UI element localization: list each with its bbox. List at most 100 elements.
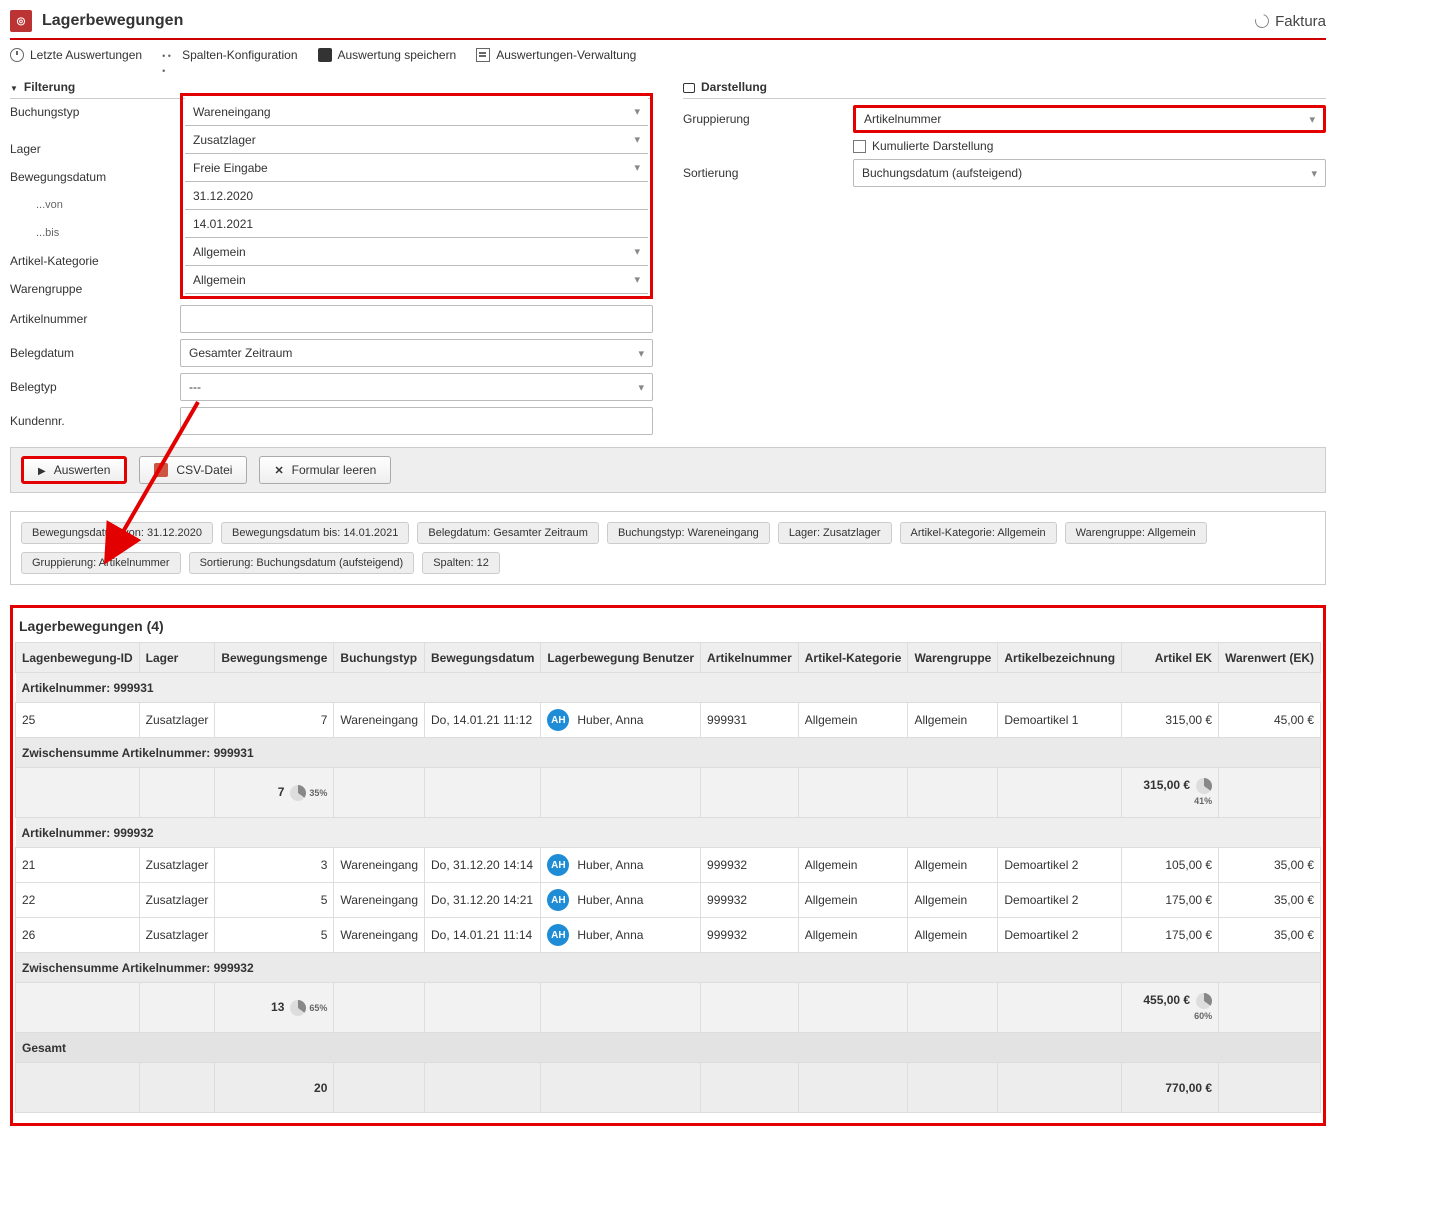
filter-tag[interactable]: Lager: Zusatzlager [778, 522, 892, 544]
column-header[interactable]: Bewegungsmenge [215, 643, 334, 673]
filter-tag[interactable]: Buchungstyp: Wareneingang [607, 522, 770, 544]
filter-tag[interactable]: Warengruppe: Allgemein [1065, 522, 1207, 544]
results-panel: Lagerbewegungen (4) Lagenbewegung-IDLage… [10, 605, 1326, 1126]
pie-icon [290, 785, 306, 801]
select-warehouse[interactable]: Zusatzlager [185, 126, 648, 154]
select-product-group-value: Allgemein [193, 273, 246, 287]
select-sorting[interactable]: Buchungsdatum (aufsteigend) [853, 159, 1326, 187]
active-filter-tags: Bewegungsdatum von: 31.12.2020 Bewegungsd… [10, 511, 1326, 585]
table-cell [16, 983, 140, 1033]
column-header[interactable]: Artikel EK [1122, 643, 1219, 673]
table-row[interactable]: 22Zusatzlager5WareneingangDo, 31.12.20 1… [16, 883, 1321, 918]
column-header[interactable]: Artikelbezeichnung [998, 643, 1122, 673]
select-booking-type[interactable]: Wareneingang [185, 98, 648, 126]
user-name: Huber, Anna [577, 893, 643, 907]
table-cell [798, 768, 908, 818]
toolbar-recent[interactable]: Letzte Auswertungen [10, 48, 142, 62]
faktura-link[interactable]: Faktura [1255, 13, 1326, 30]
toolbar-save-label: Auswertung speichern [338, 48, 457, 62]
table-cell: Zusatzlager [139, 848, 215, 883]
toolbar-columns[interactable]: Spalten-Konfiguration [162, 48, 297, 62]
table-cell [798, 983, 908, 1033]
column-header[interactable]: Bewegungsdatum [425, 643, 541, 673]
evaluate-button[interactable]: Auswerten [21, 456, 127, 484]
highlighted-filter-block: Wareneingang Zusatzlager Freie Eingabe 3… [180, 93, 653, 299]
table-row[interactable]: 21Zusatzlager3WareneingangDo, 31.12.20 1… [16, 848, 1321, 883]
table-cell: Demoartikel 2 [998, 918, 1122, 953]
table-cell [998, 768, 1122, 818]
label-warehouse: Lager [10, 135, 180, 163]
table-cell: Allgemein [798, 703, 908, 738]
column-header[interactable]: Artikel-Kategorie [798, 643, 908, 673]
table-cell [1219, 1063, 1321, 1113]
filter-tag[interactable]: Belegdatum: Gesamter Zeitraum [417, 522, 599, 544]
csv-button[interactable]: CSV-Datei [139, 456, 247, 484]
table-row[interactable]: 26Zusatzlager5WareneingangDo, 14.01.21 1… [16, 918, 1321, 953]
toolbar-save[interactable]: Auswertung speichern [318, 48, 457, 62]
checkbox-cumulative-label: Kumulierte Darstellung [872, 139, 993, 153]
table-cell: 26 [16, 918, 140, 953]
filter-tag[interactable]: Bewegungsdatum von: 31.12.2020 [21, 522, 213, 544]
table-cell [701, 1063, 799, 1113]
select-doc-type[interactable]: --- [180, 373, 653, 401]
input-date-to[interactable]: 14.01.2021 [185, 210, 648, 238]
column-header[interactable]: Artikelnummer [701, 643, 799, 673]
input-article-no[interactable] [180, 305, 653, 333]
refresh-icon [1253, 11, 1272, 30]
pie-icon [1196, 778, 1212, 794]
subtotal-row: 735%315,00 €41% [16, 768, 1321, 818]
table-cell: Zusatzlager [139, 883, 215, 918]
results-title: Lagerbewegungen (4) [15, 612, 1321, 642]
table-cell: Allgemein [908, 703, 998, 738]
select-category[interactable]: Allgemein [185, 238, 648, 266]
column-header[interactable]: Warenwert (EK) [1219, 643, 1321, 673]
clear-button[interactable]: Formular leeren [259, 456, 391, 484]
user-name: Huber, Anna [577, 858, 643, 872]
table-cell [16, 1063, 140, 1113]
filter-tag[interactable]: Artikel-Kategorie: Allgemein [900, 522, 1057, 544]
select-doc-type-value: --- [189, 380, 201, 394]
input-date-from[interactable]: 31.12.2020 [185, 182, 648, 210]
select-move-date[interactable]: Freie Eingabe [185, 154, 648, 182]
toolbar-manage-label: Auswertungen-Verwaltung [496, 48, 636, 62]
label-sorting: Sortierung [683, 166, 853, 180]
table-cell: 770,00 € [1122, 1063, 1219, 1113]
select-product-group[interactable]: Allgemein [185, 266, 648, 294]
table-cell: Demoartikel 2 [998, 883, 1122, 918]
toolbar-manage[interactable]: Auswertungen-Verwaltung [476, 48, 636, 62]
select-doc-date[interactable]: Gesamter Zeitraum [180, 339, 653, 367]
table-cell: Zusatzlager [139, 918, 215, 953]
table-cell: 455,00 €60% [1122, 983, 1219, 1033]
table-cell: 21 [16, 848, 140, 883]
avatar: AH [547, 924, 569, 946]
table-cell: 20 [215, 1063, 334, 1113]
table-cell: 999932 [701, 883, 799, 918]
table-cell: 105,00 € [1122, 848, 1219, 883]
subtotal-label-cell: Zwischensumme Artikelnummer: 999932 [16, 953, 1321, 983]
column-header[interactable]: Lagenbewegung-ID [16, 643, 140, 673]
table-cell: Allgemein [908, 883, 998, 918]
table-cell [139, 1063, 215, 1113]
column-header[interactable]: Lager [139, 643, 215, 673]
play-icon [38, 463, 46, 477]
checkbox-cumulative[interactable]: Kumulierte Darstellung [853, 139, 1326, 153]
table-cell: 175,00 € [1122, 883, 1219, 918]
filter-tag[interactable]: Bewegungsdatum bis: 14.01.2021 [221, 522, 409, 544]
table-cell [701, 983, 799, 1033]
clear-button-label: Formular leeren [292, 463, 377, 477]
column-header[interactable]: Buchungstyp [334, 643, 425, 673]
column-header[interactable]: Lagerbewegung Benutzer [541, 643, 701, 673]
column-header[interactable]: Warengruppe [908, 643, 998, 673]
save-icon [318, 48, 332, 62]
filter-tag[interactable]: Spalten: 12 [422, 552, 500, 574]
select-grouping[interactable]: Artikelnummer [853, 105, 1326, 133]
subtotal-label-row: Zwischensumme Artikelnummer: 999932 [16, 953, 1321, 983]
list-icon [476, 48, 490, 62]
label-grouping: Gruppierung [683, 112, 853, 126]
table-row[interactable]: 25Zusatzlager7WareneingangDo, 14.01.21 1… [16, 703, 1321, 738]
input-date-to-value: 14.01.2021 [193, 217, 253, 231]
input-customer-no[interactable] [180, 407, 653, 435]
label-doc-date: Belegdatum [10, 346, 180, 360]
filter-tag[interactable]: Sortierung: Buchungsdatum (aufsteigend) [189, 552, 415, 574]
filter-tag[interactable]: Gruppierung: Artikelnummer [21, 552, 181, 574]
